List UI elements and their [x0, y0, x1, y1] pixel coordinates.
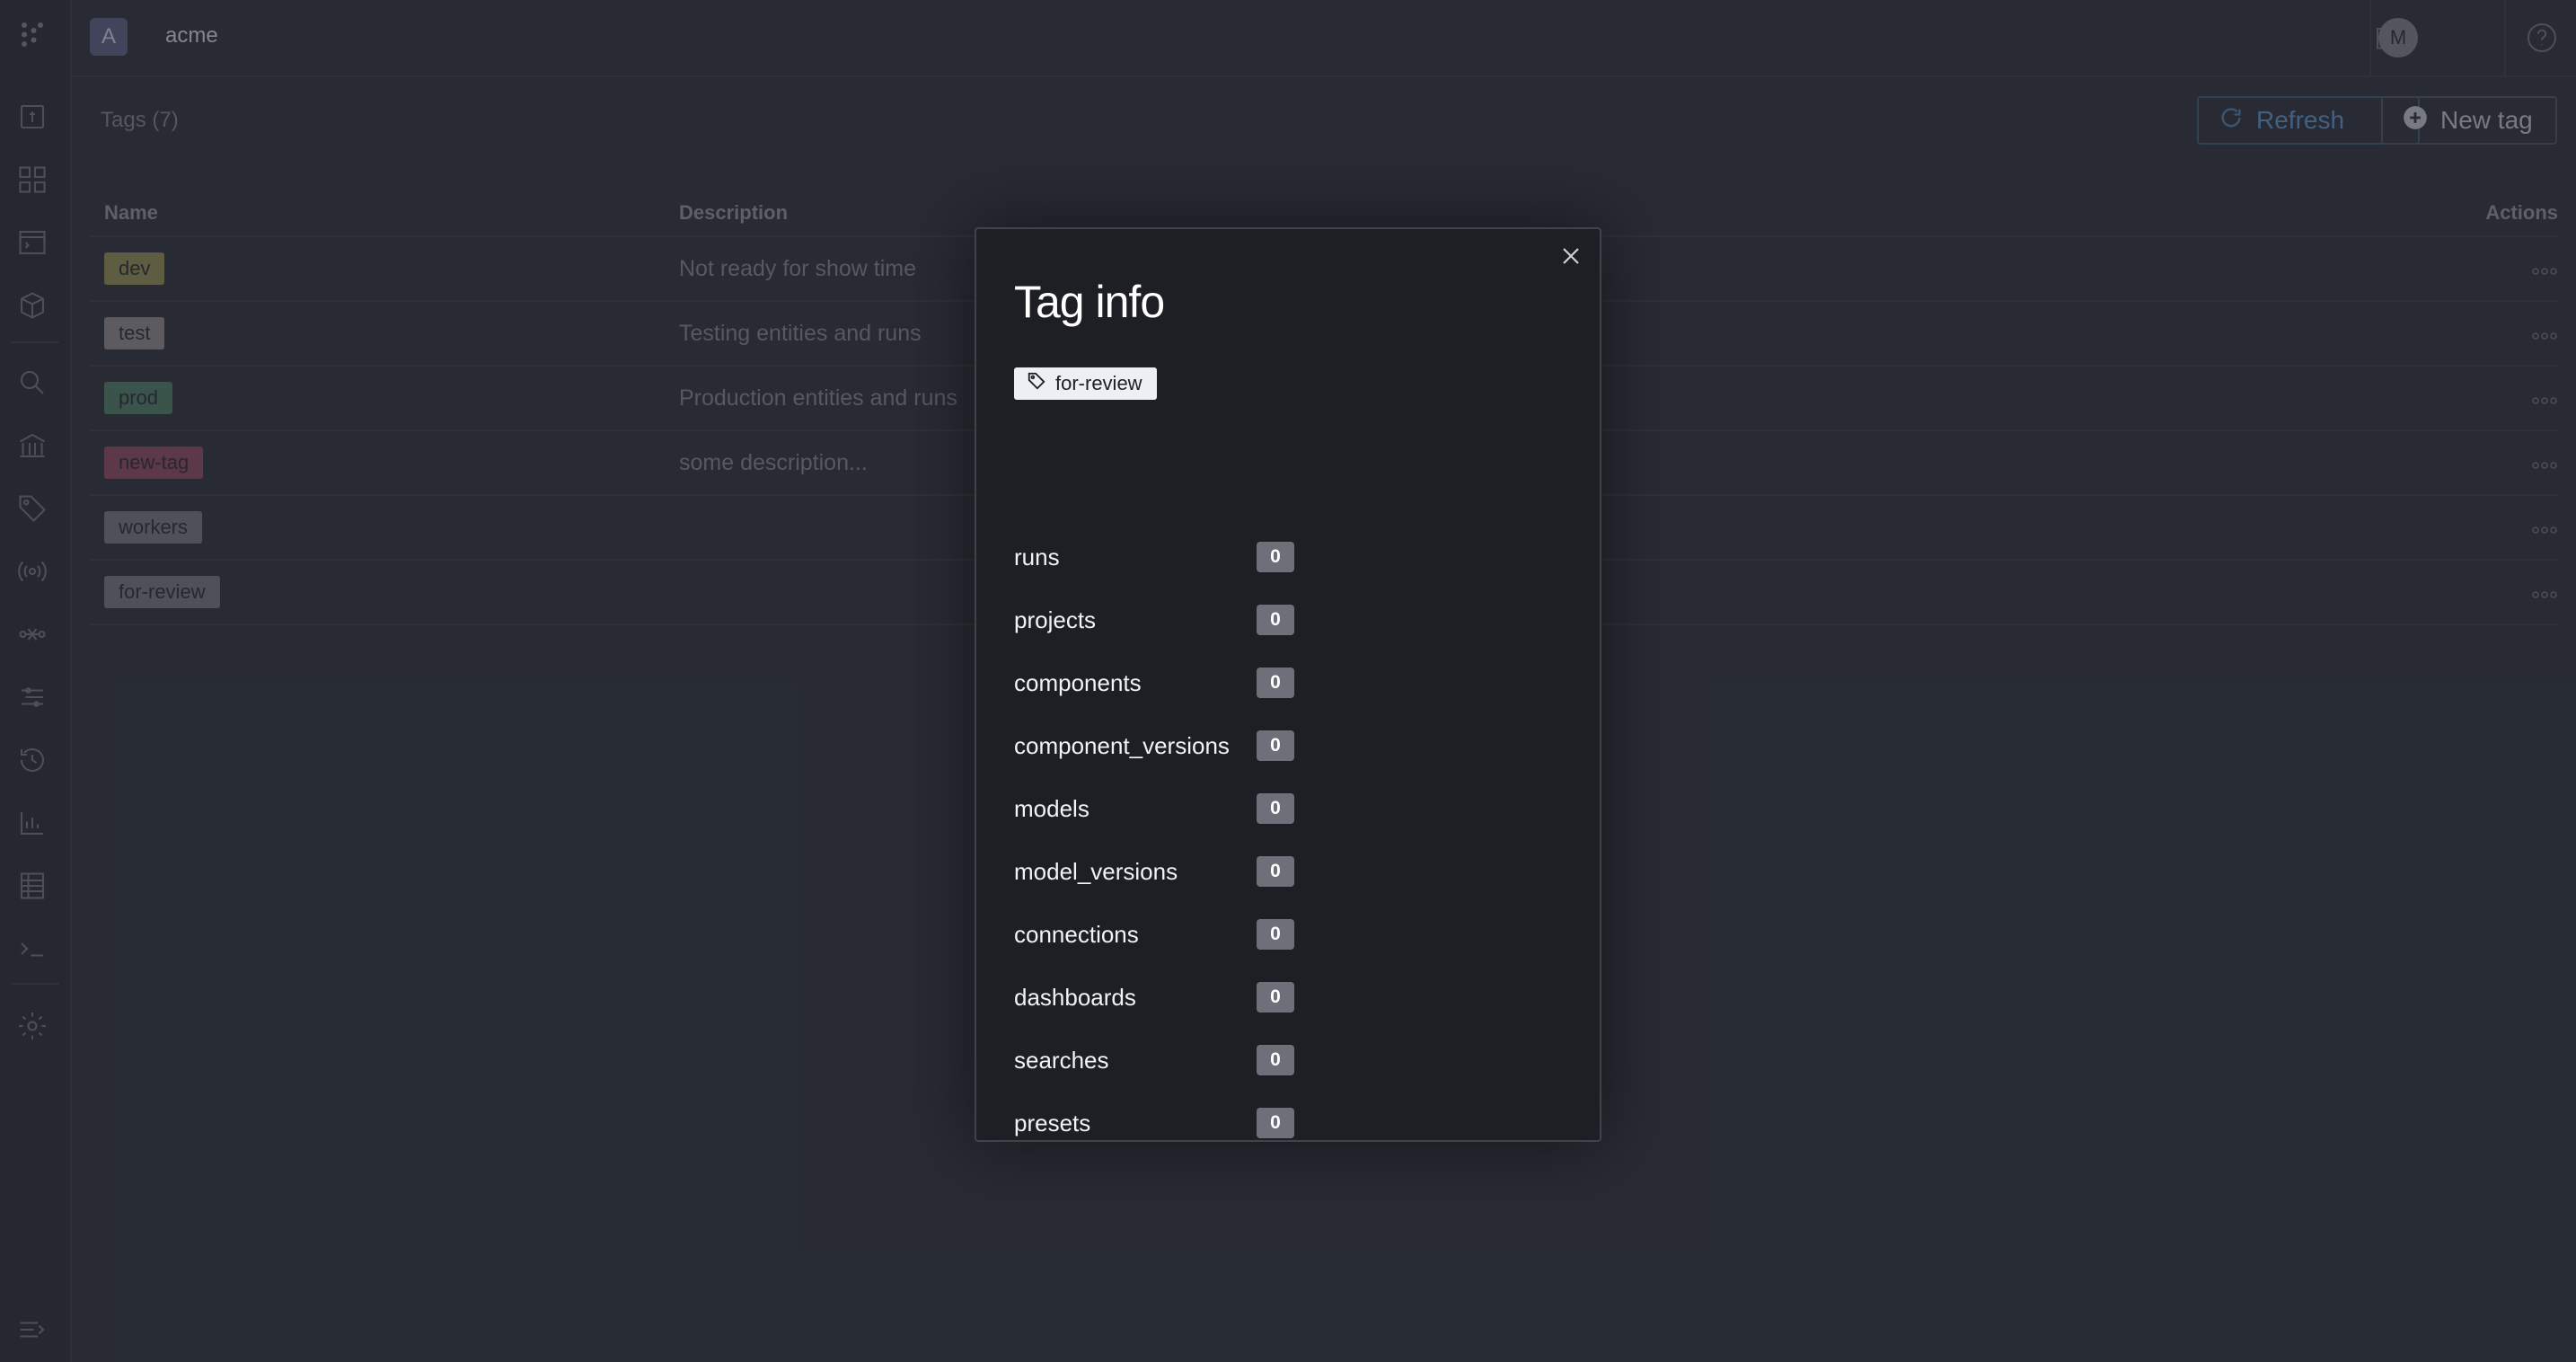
stat-label: connections: [1014, 920, 1139, 948]
stat-row: searches 0: [1014, 1042, 1294, 1078]
modal-title: Tag info: [1014, 277, 1165, 327]
stat-label: component_versions: [1014, 731, 1230, 759]
stat-row: projects 0: [1014, 602, 1294, 638]
close-icon[interactable]: [1557, 242, 1585, 270]
stat-row: connections 0: [1014, 916, 1294, 952]
stat-label: model_versions: [1014, 857, 1178, 885]
stat-count-badge: 0: [1257, 1045, 1294, 1075]
stat-row: presets 0: [1014, 1105, 1294, 1141]
stat-count-badge: 0: [1257, 919, 1294, 950]
stat-row: component_versions 0: [1014, 728, 1294, 764]
tag-info-modal: Tag info for-review runs 0 projects 0 compon…: [975, 227, 1601, 1142]
stat-row: runs 0: [1014, 539, 1294, 575]
stat-count-badge: 0: [1257, 605, 1294, 635]
stat-count-badge: 0: [1257, 856, 1294, 887]
stat-label: runs: [1014, 543, 1060, 570]
tag-icon: [1027, 371, 1046, 396]
stat-label: presets: [1014, 1109, 1091, 1136]
stat-row: model_versions 0: [1014, 853, 1294, 889]
stat-count-badge: 0: [1257, 1108, 1294, 1138]
stat-row: models 0: [1014, 791, 1294, 827]
stat-label: models: [1014, 794, 1090, 822]
stat-label: dashboards: [1014, 983, 1136, 1011]
tag-chip: for-review: [1014, 367, 1157, 400]
stat-label: projects: [1014, 606, 1097, 633]
stat-count-badge: 0: [1257, 668, 1294, 698]
stat-count-badge: 0: [1257, 982, 1294, 1013]
stat-count-badge: 0: [1257, 793, 1294, 824]
stat-count-badge: 0: [1257, 730, 1294, 761]
stat-label: components: [1014, 668, 1142, 696]
stat-label: searches: [1014, 1046, 1109, 1074]
stat-row: dashboards 0: [1014, 979, 1294, 1015]
stat-count-badge: 0: [1257, 542, 1294, 572]
tag-chip-label: for-review: [1055, 372, 1142, 394]
stat-row: components 0: [1014, 665, 1294, 701]
